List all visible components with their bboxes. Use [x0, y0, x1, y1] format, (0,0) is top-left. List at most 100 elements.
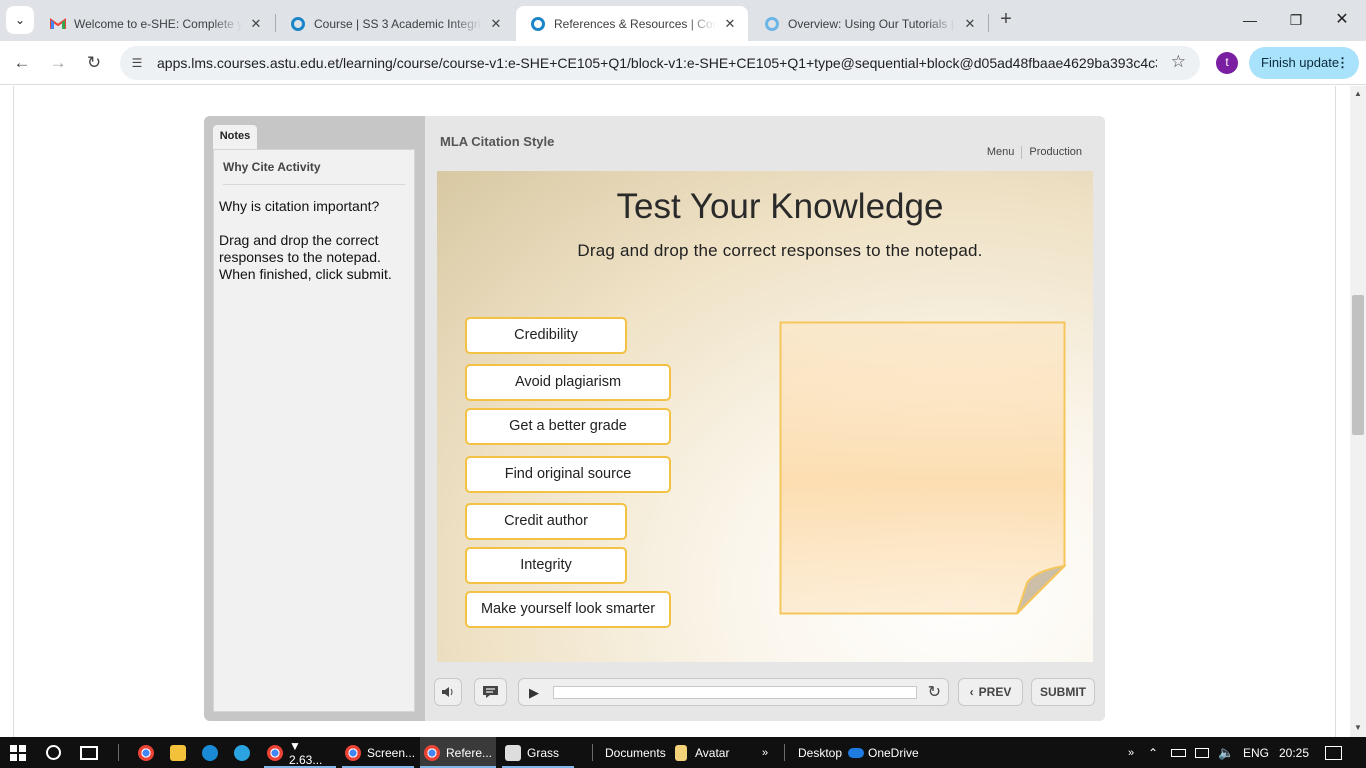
player-controls: ▶ ↻ ‹ PREV SUBMIT — [425, 674, 1105, 710]
drag-option-original-source[interactable]: Find original source — [465, 456, 671, 493]
language-indicator[interactable]: ENG — [1243, 737, 1269, 768]
drag-option-credit-author[interactable]: Credit author — [465, 503, 627, 540]
tab-course[interactable]: Course | SS 3 Academic Integrit ✕ — [276, 6, 514, 41]
site-settings-icon[interactable]: ☰ — [128, 54, 146, 72]
speaker-icon[interactable]: 🔈 — [1218, 737, 1234, 768]
prev-button[interactable]: ‹ PREV — [958, 678, 1023, 706]
edge-icon[interactable] — [202, 737, 224, 768]
close-tab-icon[interactable]: ✕ — [248, 16, 264, 32]
close-window-icon[interactable]: ✕ — [1322, 8, 1362, 32]
drag-option-integrity[interactable]: Integrity — [465, 547, 627, 584]
grass-app-icon — [505, 744, 521, 761]
clock[interactable]: 20:25 — [1279, 737, 1309, 768]
taskbar-label: Screen... — [367, 745, 416, 760]
battery-icon[interactable] — [1171, 737, 1186, 768]
player-top-links: Menu Production — [980, 146, 1089, 159]
windows-start-icon[interactable] — [10, 737, 26, 768]
chevron-left-icon: ‹ — [969, 685, 974, 699]
taskbar-label: OneDrive — [868, 745, 919, 760]
tab-title: Welcome to e-SHE: Complete y — [74, 16, 242, 31]
seek-bar-group: ▶ ↻ — [518, 678, 949, 706]
bookmark-star-icon[interactable]: ☆ — [1171, 52, 1186, 72]
url-text[interactable]: apps.lms.courses.astu.edu.et/learning/co… — [157, 55, 1157, 71]
taskbar-app-references[interactable]: Refere... — [420, 737, 496, 768]
scrollbar-thumb[interactable] — [1352, 295, 1364, 435]
forward-arrow-icon[interactable]: → — [45, 51, 71, 75]
close-tab-icon[interactable]: ✕ — [722, 16, 738, 32]
course-title: MLA Citation Style — [440, 134, 555, 149]
taskbar-app-screen[interactable]: Screen... — [342, 737, 416, 768]
telegram-icon[interactable] — [234, 737, 256, 768]
chrome-icon — [345, 744, 361, 761]
task-view-icon[interactable] — [80, 737, 98, 768]
slide-instructions: Drag and drop the correct responses to t… — [577, 241, 983, 260]
network-icon[interactable] — [1195, 737, 1209, 768]
toolbar-documents[interactable]: Documents — [605, 737, 666, 768]
storyline-player: Notes Why Cite Activity Why is citation … — [204, 116, 1105, 721]
taskbar-label: Documents — [605, 745, 666, 760]
content-border-left — [13, 86, 14, 737]
tab-strip: ⌄ Welcome to e-SHE: Complete y ✕ Course … — [0, 0, 1366, 41]
chrome-icon[interactable] — [138, 737, 160, 768]
taskbar-divider — [118, 744, 119, 761]
more-menu-icon[interactable]: ⋮ — [1336, 47, 1349, 79]
toolbar-expand-icon[interactable]: » — [1128, 737, 1134, 768]
taskbar-app-grass[interactable]: Grass — [502, 737, 574, 768]
toolbar-onedrive[interactable]: OneDrive — [848, 737, 919, 768]
toolbar-expand-icon[interactable]: » — [762, 737, 768, 768]
submit-label: SUBMIT — [1040, 685, 1086, 699]
finish-update-label: Finish update — [1261, 55, 1340, 70]
taskbar-app-chrome-download[interactable]: ▼ 2.63... — [264, 737, 336, 768]
replay-icon[interactable]: ↻ — [928, 682, 941, 702]
tab-title: Course | SS 3 Academic Integrit — [314, 16, 482, 31]
restore-icon[interactable]: ❐ — [1276, 8, 1316, 32]
production-link[interactable]: Production — [1022, 146, 1089, 159]
finish-update-button[interactable]: Finish update ⋮ — [1249, 47, 1359, 79]
close-tab-icon[interactable]: ✕ — [962, 16, 978, 32]
taskbar-divider — [592, 744, 593, 761]
tab-search-button[interactable]: ⌄ — [6, 6, 34, 34]
notes-tab[interactable]: Notes — [213, 125, 257, 149]
tray-chevron-up-icon[interactable]: ⌃ — [1148, 737, 1158, 768]
notepad-drop-zone[interactable] — [779, 321, 1066, 615]
address-bar[interactable]: ☰ apps.lms.courses.astu.edu.et/learning/… — [120, 46, 1200, 80]
seek-bar[interactable] — [553, 686, 917, 699]
search-icon[interactable] — [46, 737, 61, 768]
toolbar-desktop[interactable]: Desktop — [798, 737, 842, 768]
minimize-icon[interactable]: — — [1230, 8, 1270, 32]
clock-time: 20:25 — [1279, 745, 1310, 760]
play-icon[interactable]: ▶ — [529, 685, 539, 701]
drag-option-look-smarter[interactable]: Make yourself look smarter — [465, 591, 671, 628]
drag-option-better-grade[interactable]: Get a better grade — [465, 408, 671, 445]
new-tab-icon[interactable]: + — [994, 8, 1018, 32]
taskbar-label: Refere... — [446, 745, 493, 760]
reload-icon[interactable]: ↻ — [81, 51, 107, 75]
toolbar-avatar[interactable]: Avatar — [675, 737, 729, 768]
page-scrollbar[interactable]: ▲ ▼ — [1350, 86, 1366, 737]
language-label: ENG — [1243, 745, 1270, 760]
tab-gmail[interactable]: Welcome to e-SHE: Complete y ✕ — [36, 6, 274, 41]
taskbar-label: Avatar — [695, 745, 730, 760]
tab-overview[interactable]: Overview: Using Our Tutorials | ✕ — [750, 6, 988, 41]
volume-icon[interactable] — [434, 678, 462, 706]
captions-icon[interactable] — [474, 678, 507, 706]
menu-link[interactable]: Menu — [980, 146, 1022, 159]
content-border-right — [1335, 86, 1336, 737]
back-arrow-icon[interactable]: ← — [9, 51, 35, 75]
chrome-icon — [267, 744, 283, 761]
scroll-down-icon[interactable]: ▼ — [1354, 723, 1362, 732]
taskbar-label: Grass — [527, 745, 560, 760]
submit-button[interactable]: SUBMIT — [1031, 678, 1095, 706]
scroll-up-icon[interactable]: ▲ — [1354, 89, 1362, 98]
file-explorer-icon[interactable] — [170, 737, 192, 768]
drag-option-credibility[interactable]: Credibility — [465, 317, 627, 354]
openedx-icon — [530, 16, 546, 32]
profile-avatar[interactable]: t — [1216, 52, 1238, 74]
tab-references[interactable]: References & Resources | Concl ✕ — [516, 6, 748, 41]
notifications-icon[interactable] — [1325, 737, 1342, 768]
drag-option-avoid-plagiarism[interactable]: Avoid plagiarism — [465, 364, 671, 401]
taskbar-label: ▼ 2.63... — [289, 738, 323, 767]
folder-icon — [675, 744, 687, 761]
openedx-icon — [764, 16, 780, 32]
close-tab-icon[interactable]: ✕ — [488, 16, 504, 32]
